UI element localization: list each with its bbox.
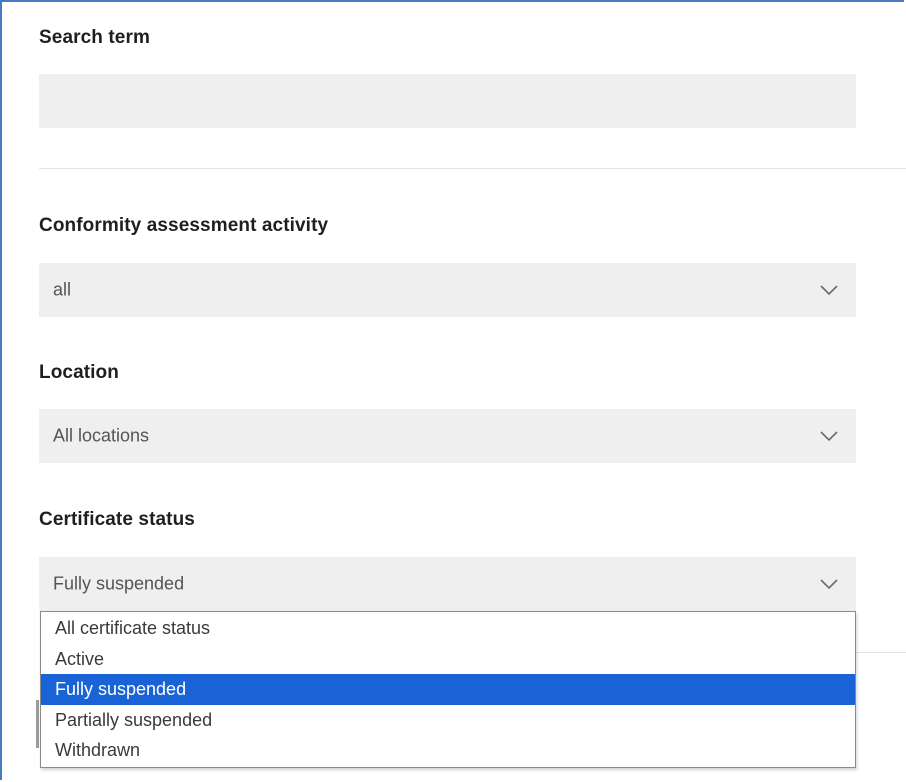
activity-select[interactable]: all [39,263,856,317]
chevron-down-icon [820,579,838,590]
certificate-status-label: Certificate status [39,509,195,530]
location-select-value: All locations [53,425,150,446]
certificate-status-select-value: Fully suspended [53,573,185,594]
certificate-status-select[interactable]: Fully suspended [39,557,856,611]
chevron-down-icon [820,431,838,442]
section-divider [856,652,906,653]
option-active[interactable]: Active [41,644,855,675]
chevron-down-icon [820,285,838,296]
button-edge [36,700,39,748]
option-fully-suspended[interactable]: Fully suspended [41,674,855,705]
option-all-certificate-status[interactable]: All certificate status [41,613,855,644]
option-partially-suspended[interactable]: Partially suspended [41,705,855,736]
location-select[interactable]: All locations [39,409,856,463]
search-term-label: Search term [39,27,150,48]
location-label: Location [39,362,119,383]
section-divider [39,168,906,169]
activity-select-value: all [53,279,72,300]
activity-label: Conformity assessment activity [39,215,329,236]
search-input[interactable] [39,74,856,128]
option-withdrawn[interactable]: Withdrawn [41,735,855,766]
certificate-status-listbox: All certificate status Active Fully susp… [40,611,856,768]
